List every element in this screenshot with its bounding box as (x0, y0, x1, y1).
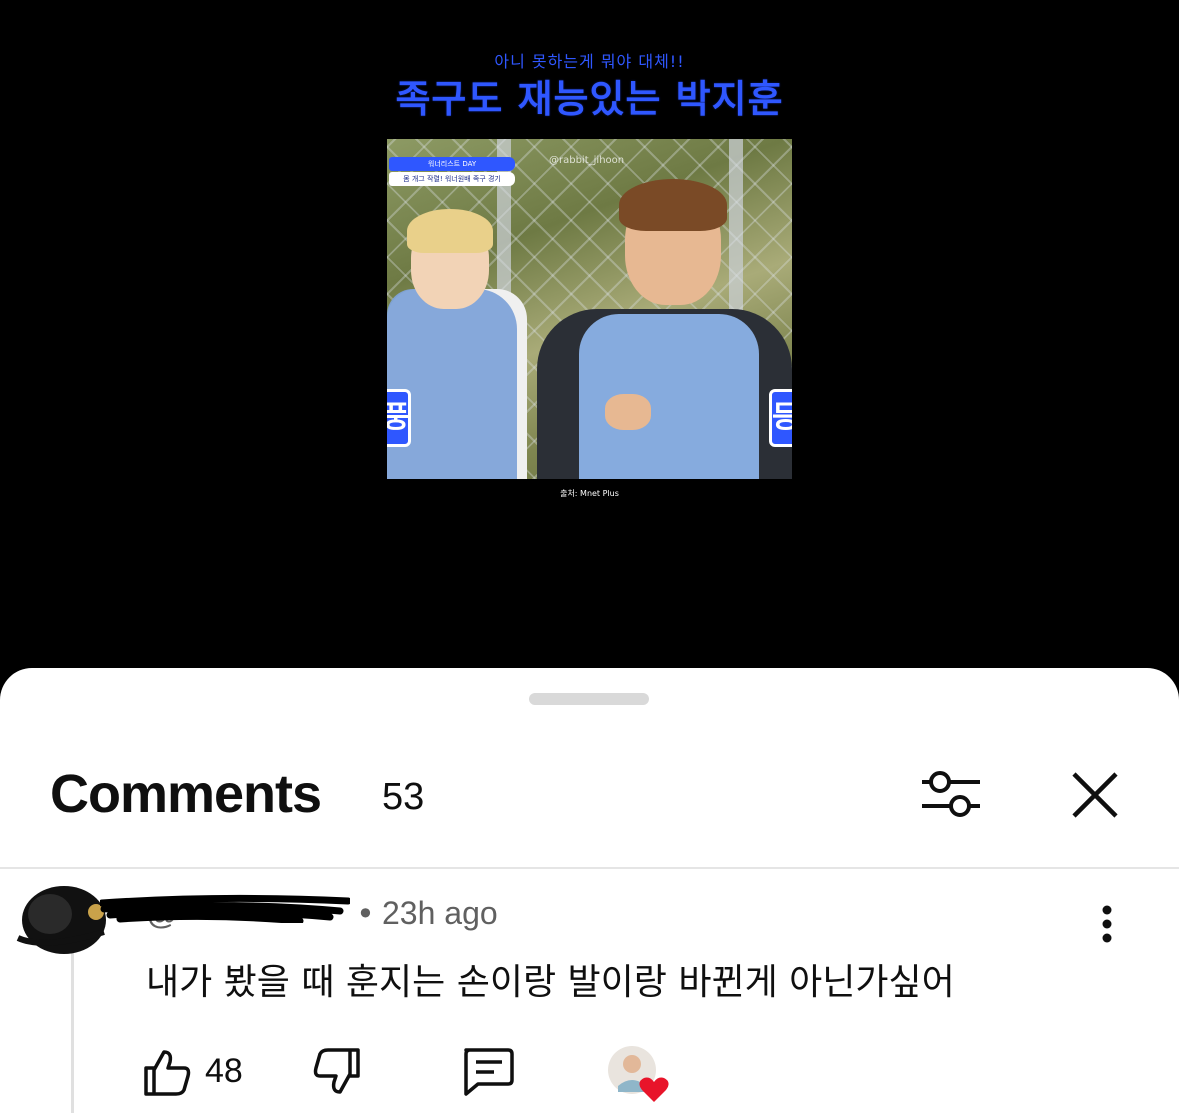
creator-heart (606, 1046, 672, 1104)
badge-title: 워너리스트 DAY (389, 157, 515, 171)
comment-text: 내가 봤을 때 훈지는 손이랑 발이랑 바뀐게 아닌가싶어 (146, 962, 955, 1003)
video-frame: 워너리스트 DAY 몸 개그 작렬! 워너원배 족구 경기 @rabbit_ji… (387, 139, 792, 479)
redaction-scribble (100, 894, 350, 923)
right-person-hair (619, 179, 727, 231)
comments-sheet: Comments 53 @ • 23h ago 내가 봤을 때 훈지는 손이랑 … (0, 668, 1179, 1113)
like-button[interactable] (142, 1046, 194, 1098)
comments-count: 53 (382, 776, 425, 818)
thread-line (71, 953, 74, 1113)
like-count: 48 (205, 1052, 243, 1090)
video-player[interactable]: 아니 못하는게 뭐야 대체!! 족구도 재능있는 박지훈 워너리스트 DAY 몸… (0, 0, 1179, 700)
side-glyph-right: 등 (769, 389, 792, 447)
reply-button[interactable] (458, 1046, 516, 1098)
dislike-button[interactable] (310, 1046, 362, 1098)
left-person-vest (387, 289, 517, 479)
commenter-avatar[interactable] (14, 878, 110, 958)
thumbs-up-icon (144, 1050, 191, 1096)
video-caption-main: 족구도 재능있는 박지훈 (395, 77, 784, 121)
right-person-hand (605, 394, 651, 430)
thumbs-down-icon (313, 1048, 360, 1094)
drag-handle[interactable] (529, 693, 649, 705)
badge-subtitle: 몸 개그 작렬! 워너원배 족구 경기 (389, 172, 515, 186)
right-person-vest (579, 314, 759, 479)
more-vert-icon (1102, 905, 1112, 943)
filter-button[interactable] (920, 764, 982, 826)
program-badge: 워너리스트 DAY 몸 개그 작렬! 워너원배 족구 경기 (389, 157, 515, 186)
reply-icon (464, 1048, 514, 1096)
meta-separator: • (356, 895, 375, 933)
creator-heart-icon (608, 1046, 669, 1102)
header-divider (0, 867, 1179, 869)
watermark: @rabbit_jihoon (549, 155, 625, 166)
comments-title: Comments (50, 764, 322, 824)
comment-more-button[interactable] (1092, 904, 1122, 944)
close-button[interactable] (1064, 764, 1126, 826)
side-glyph-left: 풍 (387, 389, 411, 447)
close-icon (1072, 772, 1118, 818)
comment-time: 23h ago (382, 895, 498, 931)
left-person-hair (407, 209, 493, 253)
sliders-icon (922, 771, 980, 817)
source-note: 출처: Mnet Plus (560, 489, 619, 498)
